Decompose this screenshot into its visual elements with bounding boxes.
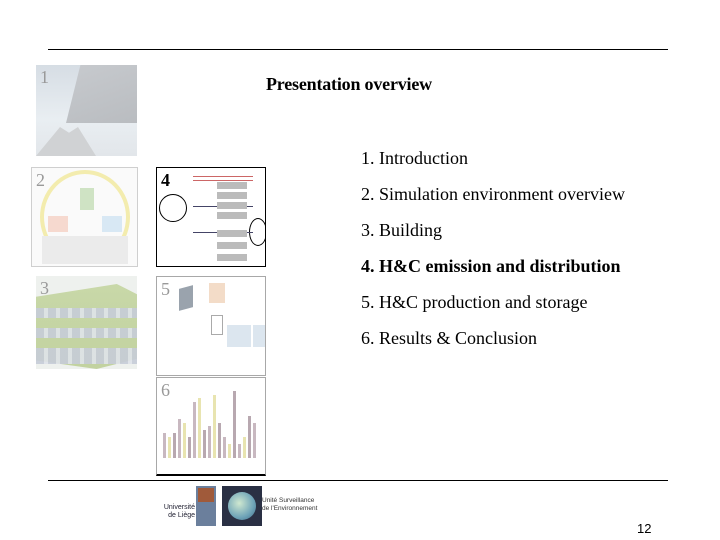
generator-circle <box>159 194 187 222</box>
bottom-divider <box>48 480 668 481</box>
emitter-bar <box>217 242 247 249</box>
agenda-item[interactable]: 2. Simulation environment overview <box>361 182 625 218</box>
solar-panel-icon <box>179 285 193 311</box>
thumbnail-number: 3 <box>40 278 49 298</box>
house-shape <box>80 188 94 210</box>
window-row <box>36 308 137 318</box>
emitter-bar <box>217 254 247 261</box>
thumbnail-chart-bar <box>223 437 226 458</box>
window-row <box>36 348 137 364</box>
thumbnail-chart-bar <box>173 433 176 458</box>
globe-icon <box>228 492 256 520</box>
thumbnail-number: 5 <box>161 279 170 299</box>
chiller-icon <box>253 325 265 347</box>
thumbnail-chart-bar <box>228 444 231 458</box>
thumbnail-chart-bar <box>253 423 256 458</box>
components-panel <box>42 236 128 264</box>
agenda-item[interactable]: 5. H&C production and storage <box>361 290 625 326</box>
emitter-bar <box>217 212 247 219</box>
window-row <box>36 328 137 338</box>
thumbnail-chart-bar <box>208 426 211 458</box>
agenda-list: 1. Introduction 2. Simulation environmen… <box>361 146 625 362</box>
section-thumbnail-4[interactable]: 4 <box>156 167 266 267</box>
thumbnail-number: 6 <box>161 380 170 400</box>
section-thumbnail-3[interactable]: 3 <box>36 276 137 369</box>
tent-shape <box>36 127 96 156</box>
cooling-box <box>102 216 122 232</box>
thumbnail-chart-bar <box>168 437 171 458</box>
supply-line <box>193 176 253 177</box>
surveillance-logo <box>222 486 262 526</box>
section-thumbnail-2[interactable]: 2 <box>31 167 138 267</box>
thumbnail-chart-bar <box>203 430 206 458</box>
top-divider <box>48 49 668 50</box>
thumbnail-chart-bar <box>183 423 186 458</box>
thumbnail-number: 4 <box>161 170 170 190</box>
ulg-logo-text: Université de Liège <box>163 504 195 519</box>
ulg-crest-icon <box>198 488 214 502</box>
thumbnail-chart-bar <box>248 416 251 458</box>
thumbnail-number: 2 <box>36 170 45 190</box>
thumbnail-chart-bar <box>218 423 221 458</box>
surveillance-logo-text: Unité Surveillance de l'Environnement <box>262 497 318 512</box>
thumbnail-chart-bar <box>163 433 166 458</box>
section-thumbnail-5[interactable]: 5 <box>156 276 266 376</box>
roof-photo-icon <box>66 65 137 123</box>
thumbnail-chart-bar <box>233 391 236 458</box>
agenda-item[interactable]: 1. Introduction <box>361 146 625 182</box>
thumbnail-number: 1 <box>40 67 49 87</box>
emitter-bar <box>217 182 247 189</box>
boiler-icon <box>209 283 225 303</box>
agenda-item[interactable]: 6. Results & Conclusion <box>361 326 625 362</box>
agenda-item-active[interactable]: 4. H&C emission and distribution <box>361 254 625 290</box>
page-number: 12 <box>637 521 652 536</box>
ulg-logo: Université de Liège <box>160 486 218 528</box>
heat-pump-icon <box>227 325 251 347</box>
section-thumbnail-1[interactable]: 1 <box>36 65 137 156</box>
thumbnail-chart-bar <box>188 437 191 458</box>
emitter-bar <box>217 230 247 237</box>
storage-tank-icon <box>211 315 223 335</box>
thumbnail-chart-bar <box>238 444 241 458</box>
agenda-item[interactable]: 3. Building <box>361 218 625 254</box>
thumbnail-chart-bar <box>178 419 181 458</box>
section-thumbnail-6[interactable]: 6 <box>156 377 266 476</box>
thumbnail-chart-bar <box>243 437 246 458</box>
thumbnail-chart-bar <box>193 402 196 458</box>
emitter-bar <box>217 192 247 199</box>
slide-title: Presentation overview <box>266 74 432 94</box>
thumbnail-chart-bar <box>198 398 201 458</box>
supply-line <box>193 180 253 181</box>
heating-box <box>48 216 68 232</box>
thumbnail-chart-bar <box>213 395 216 458</box>
emitter-bar <box>217 202 247 209</box>
